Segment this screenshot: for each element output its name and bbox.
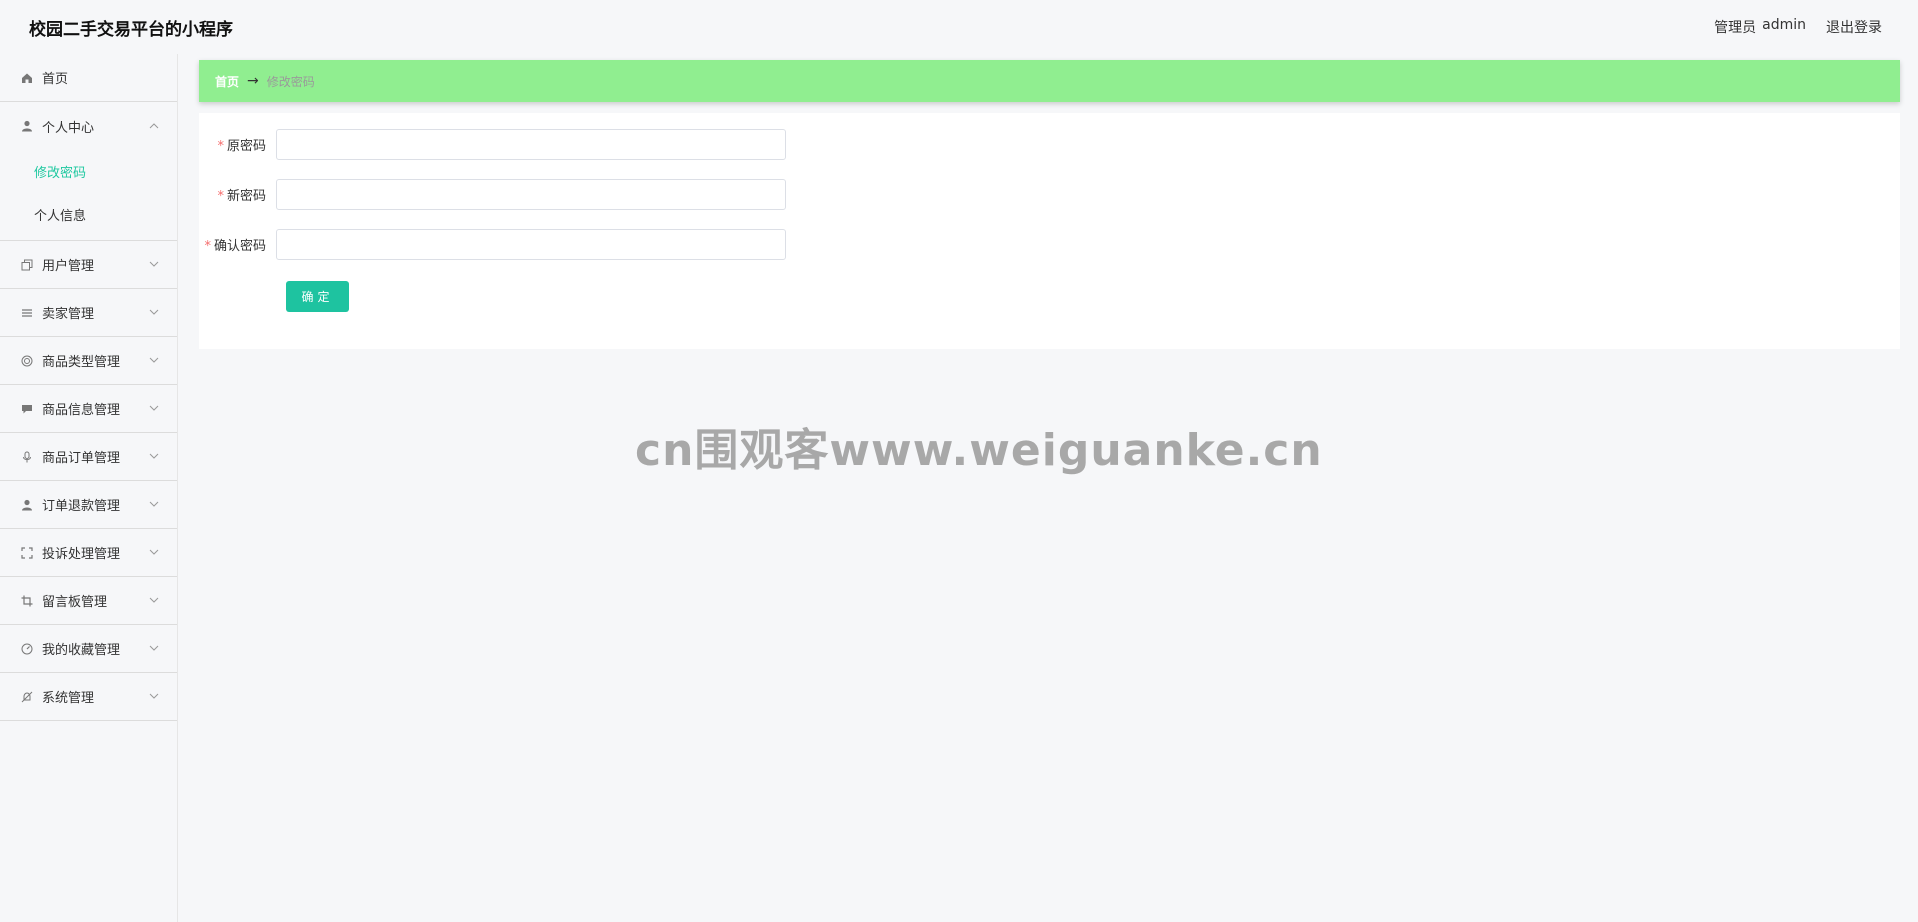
chevron-down-icon [149,595,159,606]
form-row-confirm-password: * 确认密码 [199,229,786,260]
list-icon [20,306,34,320]
submit-button[interactable]: 确定 [286,281,349,312]
app-title: 校园二手交易平台的小程序 [29,19,233,40]
breadcrumb-current: 修改密码 [266,74,315,89]
sidebar-item-favorites[interactable]: 我的收藏管理 [0,625,177,673]
sidebar-item-label: 投诉处理管理 [42,547,121,562]
confirm-password-input[interactable] [276,229,786,260]
field-label-text: 新密码 [226,189,266,204]
top-right-actions: 管理员 admin 退出登录 [1714,17,1882,37]
sidebar-item-label: 商品订单管理 [42,451,121,466]
watermark: cn围观客www.weiguanke.cn [635,425,1323,476]
form-row-new-password: * 新密码 [199,179,786,210]
old-password-input[interactable] [276,129,786,160]
sidebar-item-product-management[interactable]: 商品信息管理 [0,385,177,433]
bell-off-icon [20,690,34,704]
breadcrumb-separator: → [247,73,259,89]
sidebar-item-seller-management[interactable]: 卖家管理 [0,289,177,337]
logout-button[interactable]: 退出登录 [1826,17,1882,37]
chevron-down-icon [149,643,159,654]
field-label-text: 原密码 [226,139,266,154]
sidebar-item-refund-management[interactable]: 订单退款管理 [0,481,177,529]
current-user[interactable]: 管理员 admin [1714,17,1806,37]
sidebar-item-category-management[interactable]: 商品类型管理 [0,337,177,385]
field-label-text: 确认密码 [213,239,266,254]
chevron-down-icon [149,499,159,510]
sidebar-item-label: 订单退款管理 [42,499,121,514]
sidebar-item-home[interactable]: 首页 [0,54,177,102]
sidebar-item-label: 用户管理 [42,259,95,274]
sidebar-item-user-management[interactable]: 用户管理 [0,241,177,289]
submenu-personal-center: 修改密码 个人信息 [0,150,177,241]
sidebar-item-complaint-management[interactable]: 投诉处理管理 [0,529,177,577]
breadcrumb-home-link[interactable]: 首页 [215,73,239,90]
sidebar-item-label: 卖家管理 [42,307,95,322]
new-password-label: * 新密码 [199,185,276,204]
sidebar-item-personal-center[interactable]: 个人中心 [0,102,177,150]
sidebar: 首页 个人中心 修改密码 个人信息 用户管理 卖家管理 商品类型管理 商品信息管… [0,54,178,922]
sidebar-item-label: 留言板管理 [42,595,108,610]
required-mark: * [217,139,224,154]
confirm-password-label: * 确认密码 [199,235,276,254]
new-password-input[interactable] [276,179,786,210]
old-password-label: * 原密码 [199,135,276,154]
gauge-icon [20,642,34,656]
user-role: 管理员 [1714,20,1757,36]
sidebar-item-label: 系统管理 [42,691,95,706]
form-row-old-password: * 原密码 [199,129,786,160]
sidebar-subitem-profile[interactable]: 个人信息 [0,193,177,236]
chevron-down-icon [149,547,159,558]
target-icon [20,354,34,368]
person-icon [20,498,34,512]
sidebar-item-message-board[interactable]: 留言板管理 [0,577,177,625]
message-icon [20,402,34,416]
sidebar-item-system-management[interactable]: 系统管理 [0,673,177,721]
sidebar-item-label: 商品类型管理 [42,355,121,370]
fullscreen-icon [20,546,34,560]
sidebar-item-label: 首页 [42,72,69,87]
crop-icon [20,594,34,608]
microphone-icon [20,450,34,464]
chevron-down-icon [149,355,159,366]
sidebar-item-label: 我的收藏管理 [42,643,121,658]
copy-icon [20,258,34,272]
user-icon [20,119,34,133]
top-bar: 校园二手交易平台的小程序 管理员 admin 退出登录 [0,0,1918,54]
change-password-form: * 原密码 * 新密码 * 确认密码 确定 [199,113,1900,349]
chevron-down-icon [149,259,159,270]
chevron-down-icon [149,307,159,318]
username: admin [1762,17,1806,33]
chevron-down-icon [149,691,159,702]
chevron-up-icon [149,121,159,132]
sidebar-subitem-change-password[interactable]: 修改密码 [0,150,177,193]
breadcrumb: 首页 → 修改密码 [199,60,1900,102]
required-mark: * [204,239,211,254]
sidebar-item-order-management[interactable]: 商品订单管理 [0,433,177,481]
home-icon [20,71,34,85]
sidebar-item-label: 个人中心 [42,120,95,136]
required-mark: * [217,189,224,204]
chevron-down-icon [149,403,159,414]
chevron-down-icon [149,451,159,462]
sidebar-item-label: 商品信息管理 [42,403,121,418]
